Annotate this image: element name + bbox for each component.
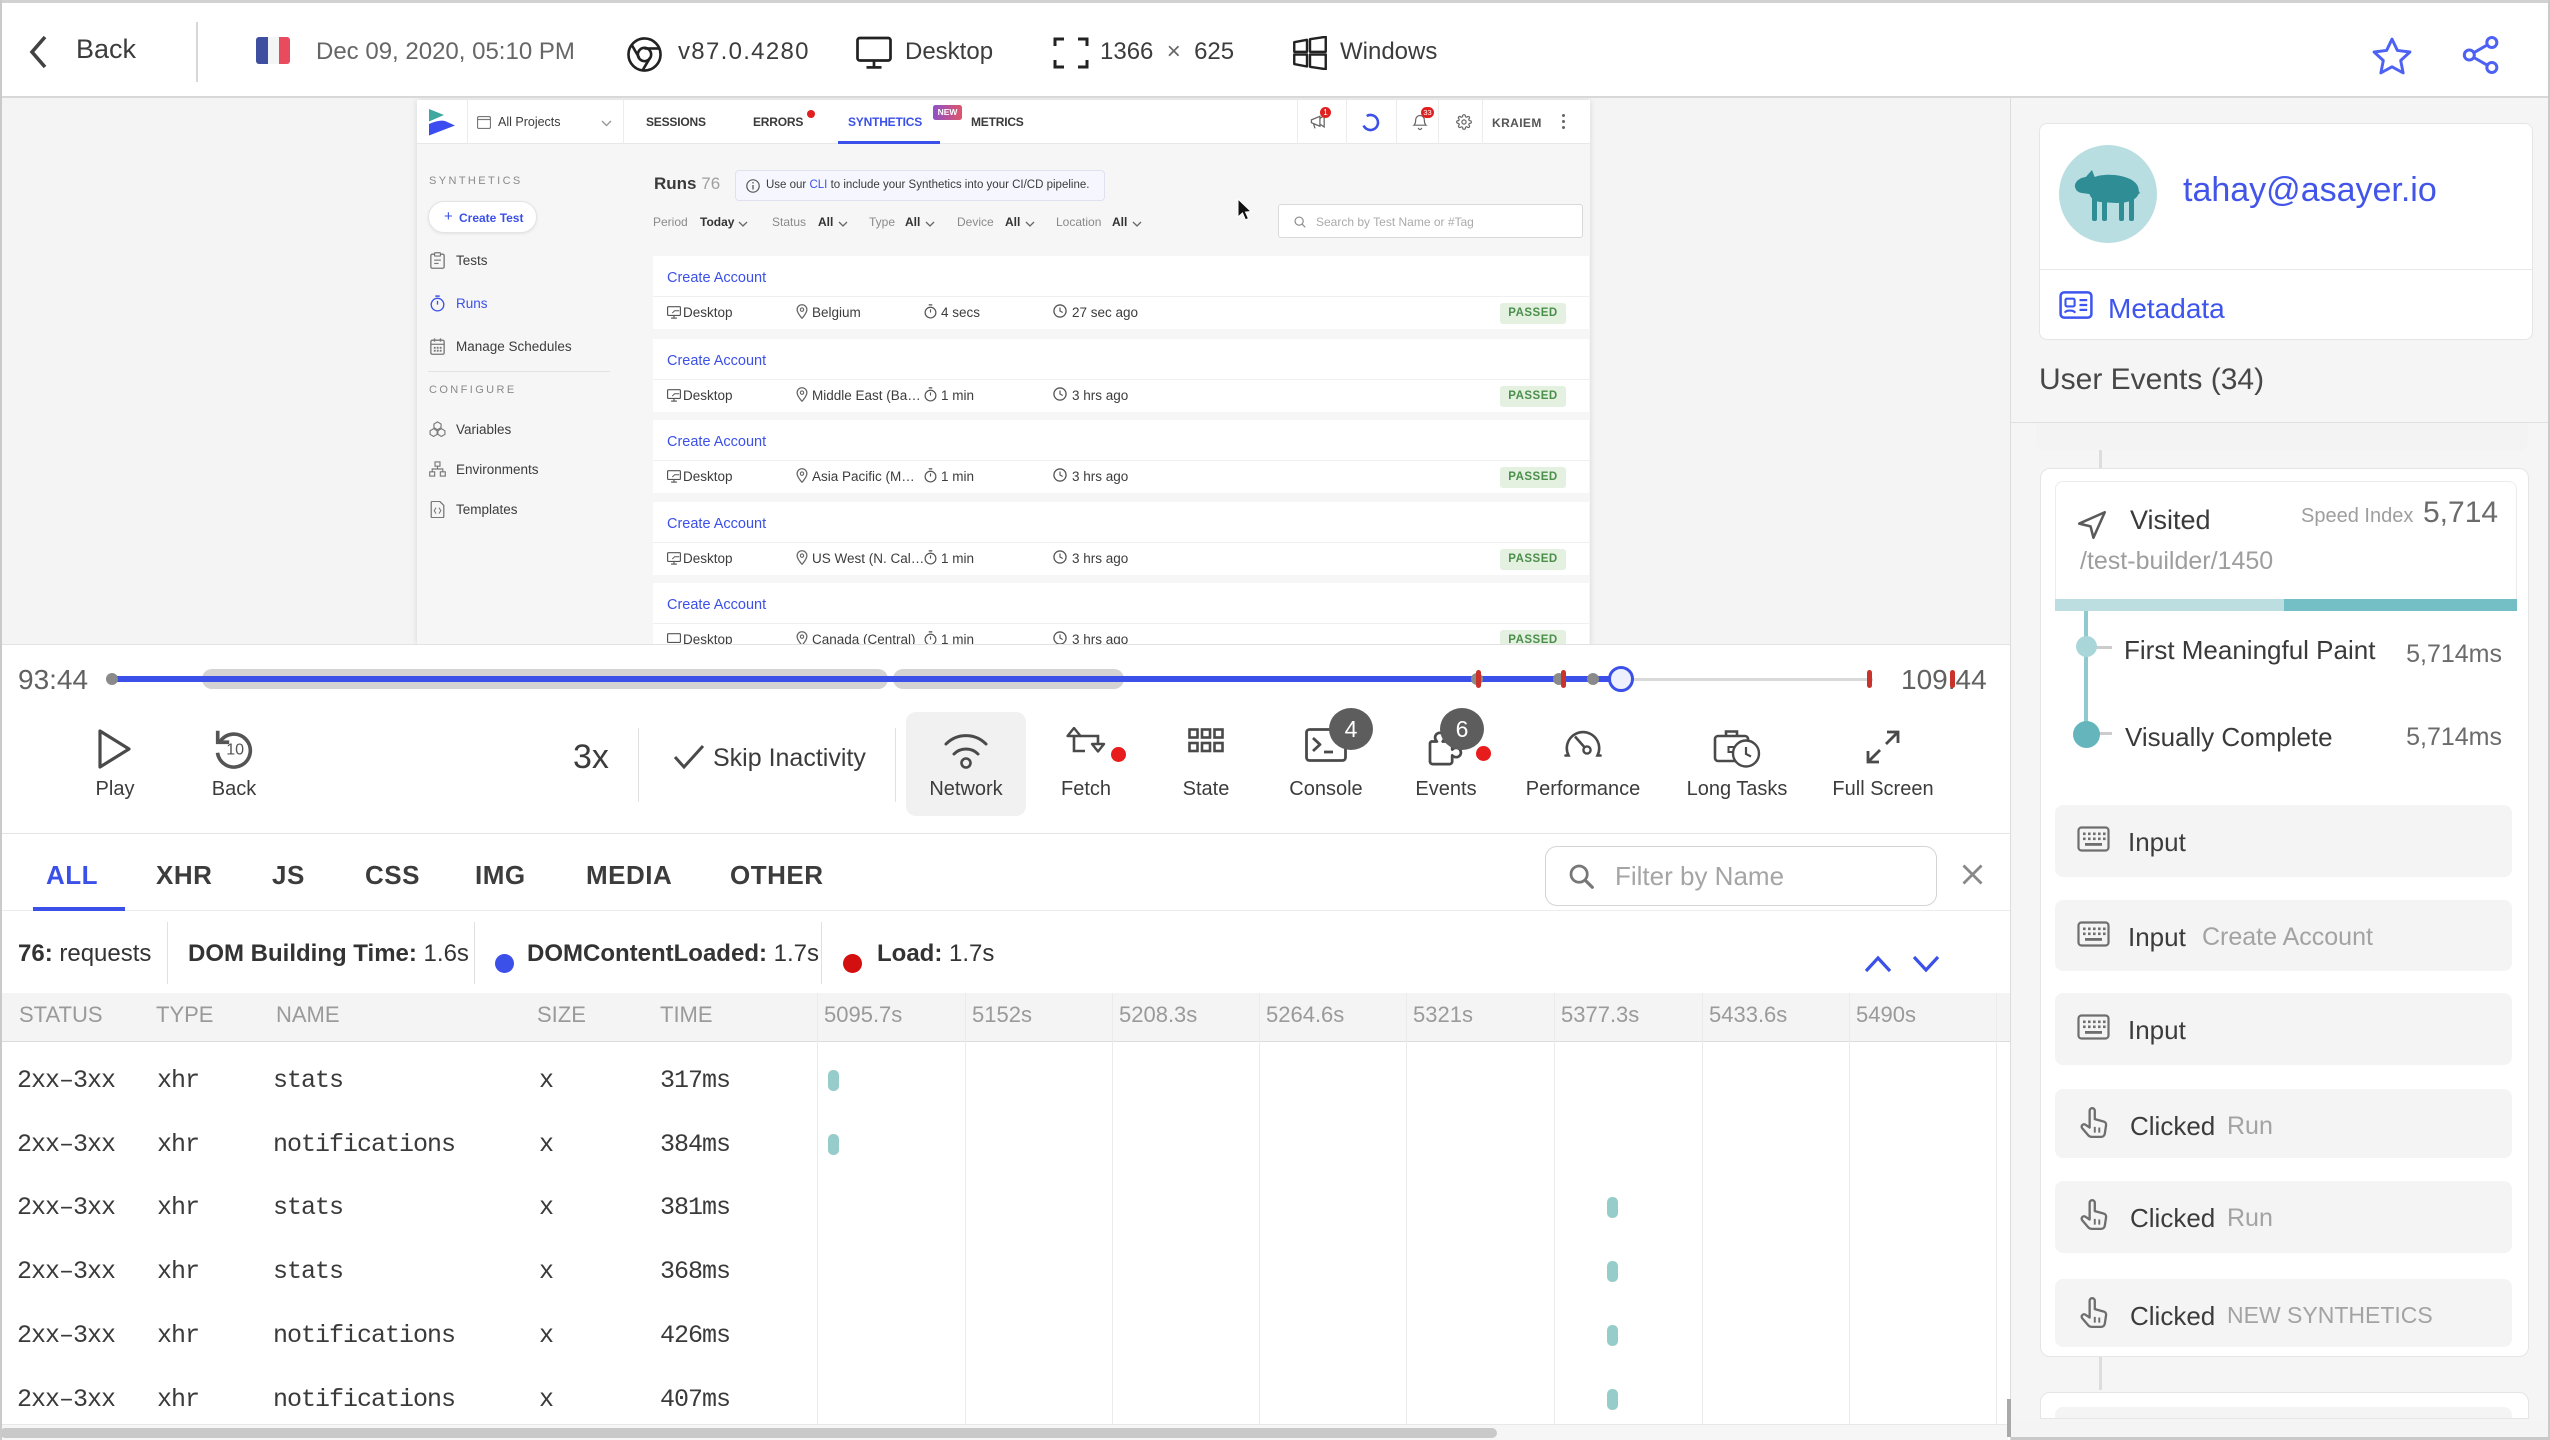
svg-text:10: 10 bbox=[226, 741, 244, 759]
